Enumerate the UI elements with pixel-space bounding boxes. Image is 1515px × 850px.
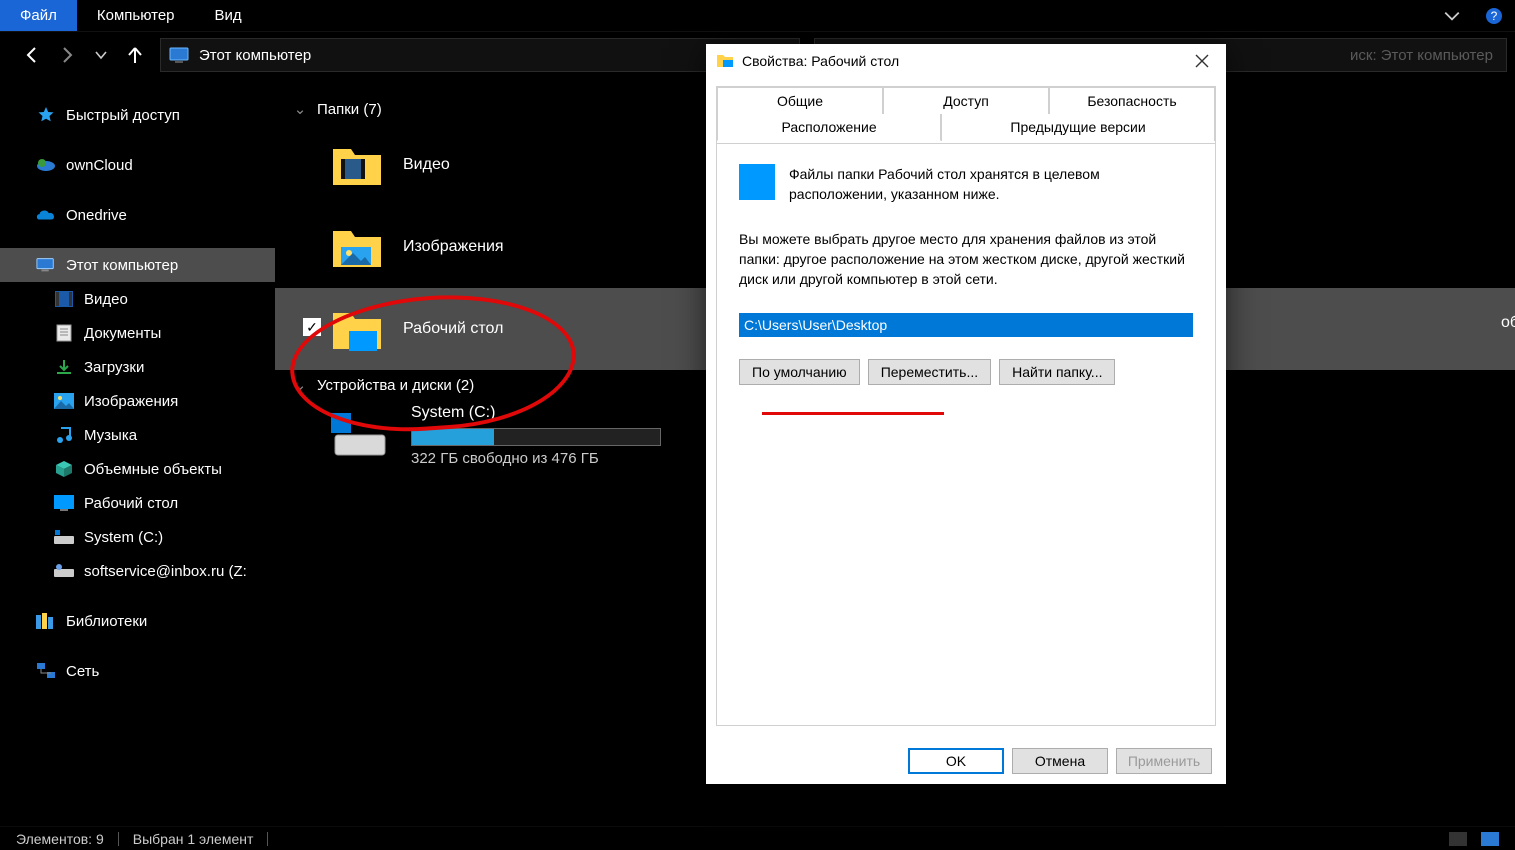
pictures-icon bbox=[54, 391, 74, 411]
desktop-icon bbox=[739, 164, 775, 200]
tab-view[interactable]: Вид bbox=[195, 0, 262, 31]
downloads-icon bbox=[54, 357, 74, 377]
forward-button[interactable] bbox=[56, 44, 78, 66]
music-icon bbox=[54, 425, 74, 445]
up-button[interactable] bbox=[124, 44, 146, 66]
libraries-icon bbox=[36, 611, 56, 631]
move-button[interactable]: Переместить... bbox=[868, 359, 991, 385]
star-icon bbox=[36, 105, 56, 125]
back-button[interactable] bbox=[22, 44, 44, 66]
address-text: Этот компьютер bbox=[199, 47, 311, 64]
checkbox-checked-icon[interactable]: ✓ bbox=[303, 318, 321, 336]
status-count: Элементов: 9 bbox=[16, 831, 104, 847]
tiles-view-icon[interactable] bbox=[1481, 832, 1499, 846]
ok-button[interactable]: OK bbox=[908, 748, 1004, 774]
tab-body: Файлы папки Рабочий стол хранятся в целе… bbox=[717, 143, 1215, 725]
folder-icon bbox=[716, 52, 734, 70]
sidebar-video[interactable]: Видео bbox=[0, 282, 275, 316]
drive-free: 322 ГБ свободно из 476 ГБ bbox=[411, 450, 661, 467]
owncloud-icon bbox=[36, 155, 56, 175]
folder-icon bbox=[331, 305, 383, 353]
history-dropdown[interactable] bbox=[90, 44, 112, 66]
thispc-icon bbox=[36, 255, 56, 275]
tab-previous-versions[interactable]: Предыдущие версии bbox=[941, 114, 1215, 141]
drive-icon bbox=[331, 413, 389, 459]
dialog-title: Свойства: Рабочий стол bbox=[742, 53, 1172, 69]
sidebar-pictures[interactable]: Изображения bbox=[0, 384, 275, 418]
sidebar-libraries[interactable]: Библиотеки bbox=[0, 604, 275, 638]
status-bar: Элементов: 9 Выбран 1 элемент bbox=[0, 826, 1515, 850]
sidebar-onedrive[interactable]: Onedrive bbox=[0, 198, 275, 232]
sidebar-network[interactable]: Сеть bbox=[0, 654, 275, 688]
restore-default-button[interactable]: По умолчанию bbox=[739, 359, 860, 385]
folder-icon bbox=[331, 223, 383, 271]
video-icon bbox=[54, 289, 74, 309]
tab-sharing[interactable]: Доступ bbox=[883, 87, 1049, 114]
tab-location[interactable]: Расположение bbox=[717, 114, 941, 141]
sidebar-systemc[interactable]: System (C:) bbox=[0, 520, 275, 554]
chevron-down-icon: ⌄ bbox=[293, 100, 307, 118]
address-bar[interactable]: Этот компьютер bbox=[160, 38, 800, 72]
svg-text:?: ? bbox=[1491, 9, 1498, 23]
thispc-icon bbox=[169, 47, 189, 63]
status-selected: Выбран 1 элемент bbox=[133, 831, 254, 847]
clipped-label: объекты bbox=[1501, 314, 1515, 332]
netdrive-icon bbox=[54, 561, 74, 581]
drive-name: System (C:) bbox=[411, 404, 661, 422]
sidebar-downloads[interactable]: Загрузки bbox=[0, 350, 275, 384]
tab-computer[interactable]: Компьютер bbox=[77, 0, 195, 31]
ribbon-collapse[interactable] bbox=[1431, 0, 1473, 31]
details-view-icon[interactable] bbox=[1449, 832, 1467, 846]
sidebar-thispc[interactable]: Этот компьютер bbox=[0, 248, 275, 282]
documents-icon bbox=[54, 323, 74, 343]
help-icon[interactable]: ? bbox=[1473, 0, 1515, 31]
sidebar-owncloud[interactable]: ownCloud bbox=[0, 148, 275, 182]
sidebar-softservice[interactable]: softservice@inbox.ru (Z: bbox=[0, 554, 275, 588]
onedrive-icon bbox=[36, 205, 56, 225]
ribbon-tabs: Файл Компьютер Вид ? bbox=[0, 0, 1515, 32]
chevron-down-icon: ⌄ bbox=[293, 376, 307, 394]
sidebar-3dobjects[interactable]: Объемные объекты bbox=[0, 452, 275, 486]
tab-general[interactable]: Общие bbox=[717, 87, 883, 114]
sidebar-quick-access[interactable]: Быстрый доступ bbox=[0, 98, 275, 132]
sidebar-desktop[interactable]: Рабочий стол bbox=[0, 486, 275, 520]
properties-dialog: Свойства: Рабочий стол Общие Доступ Безо… bbox=[706, 44, 1226, 784]
location-help: Вы можете выбрать другое место для хране… bbox=[739, 229, 1193, 290]
sidebar-music[interactable]: Музыка bbox=[0, 418, 275, 452]
network-icon bbox=[36, 661, 56, 681]
sidebar-documents[interactable]: Документы bbox=[0, 316, 275, 350]
apply-button[interactable]: Применить bbox=[1116, 748, 1212, 774]
location-description: Файлы папки Рабочий стол хранятся в целе… bbox=[789, 164, 1193, 205]
tab-file[interactable]: Файл bbox=[0, 0, 77, 31]
find-target-button[interactable]: Найти папку... bbox=[999, 359, 1115, 385]
folder-icon bbox=[331, 141, 383, 189]
tab-security[interactable]: Безопасность bbox=[1049, 87, 1215, 114]
close-button[interactable] bbox=[1180, 46, 1224, 76]
cancel-button[interactable]: Отмена bbox=[1012, 748, 1108, 774]
nav-tree: Быстрый доступ ownCloud Onedrive Этот ко… bbox=[0, 78, 275, 826]
cube-icon bbox=[54, 459, 74, 479]
path-input[interactable] bbox=[739, 313, 1193, 337]
drive-usage-bar bbox=[411, 428, 661, 446]
drive-icon bbox=[54, 527, 74, 547]
desktop-icon bbox=[54, 493, 74, 513]
